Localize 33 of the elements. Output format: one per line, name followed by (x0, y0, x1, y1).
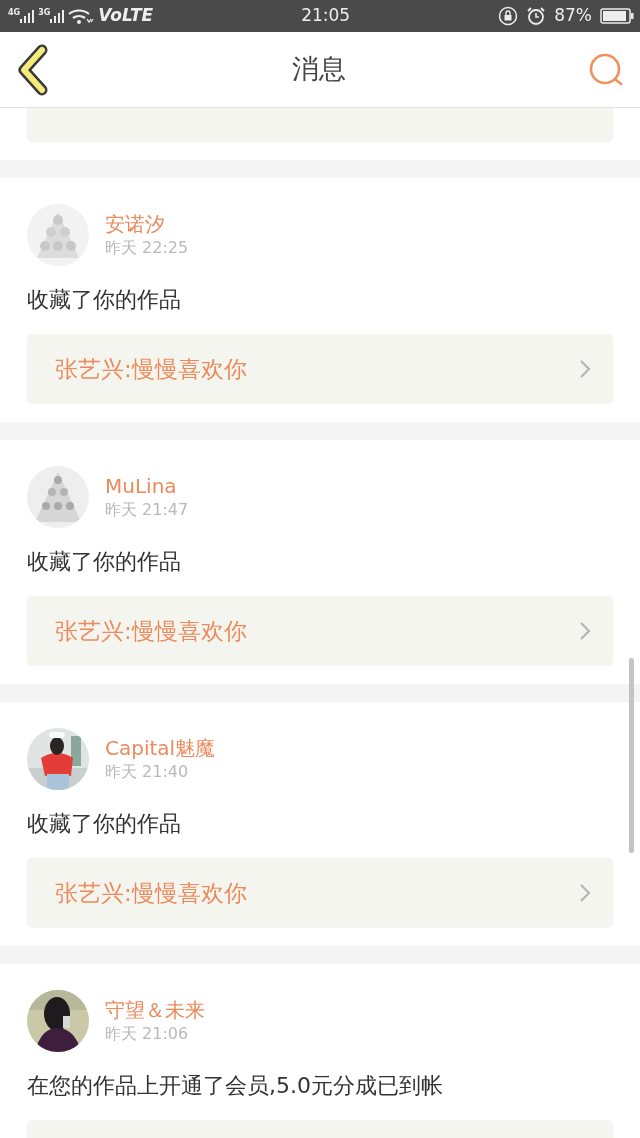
work-link[interactable]: 张艺兴:慢慢喜欢你 (27, 596, 613, 666)
signal-icon (20, 9, 35, 23)
message-text: 收藏了你的作品 (27, 548, 182, 576)
message-time: 昨天 21:06 (105, 1023, 190, 1045)
battery-icon (600, 8, 634, 24)
status-time: 21:05 (300, 4, 352, 28)
battery-percent: 87% (554, 4, 592, 28)
user-name[interactable]: 安诺汐 (105, 211, 189, 237)
message-time: 昨天 21:47 (105, 499, 189, 521)
message-text: 收藏了你的作品 (27, 286, 182, 314)
rotation-lock-icon (498, 6, 519, 26)
back-icon (16, 43, 50, 96)
message-time: 昨天 21:40 (105, 761, 190, 783)
chevron-right-icon (579, 621, 591, 641)
work-link[interactable]: 张艺兴:慢慢喜欢你 (27, 334, 613, 404)
chevron-right-icon (579, 883, 591, 903)
search-icon (588, 51, 624, 88)
user-name[interactable]: Capital魅魔 (105, 735, 216, 761)
alarm-icon (526, 6, 547, 26)
message-text: 在您的作品上开通了会员,5.0元分成已到帐 (27, 1072, 444, 1100)
sim-label: 4G (8, 9, 21, 17)
network-label: VoLTE (98, 4, 154, 28)
back-button[interactable] (16, 43, 50, 96)
chevron-right-icon (579, 359, 591, 379)
sim-label: 3G (38, 9, 51, 17)
message-time: 昨天 22:25 (105, 237, 189, 259)
user-name[interactable]: MuLina (105, 473, 189, 499)
message-text: 收藏了你的作品 (27, 810, 182, 838)
work-link[interactable]: 张艺兴:慢慢喜欢你 (27, 858, 613, 928)
page-title: 消息 (292, 52, 346, 87)
user-name[interactable]: 守望＆未来 (105, 997, 205, 1023)
signal-icon (50, 9, 65, 23)
wifi-icon (68, 8, 95, 24)
